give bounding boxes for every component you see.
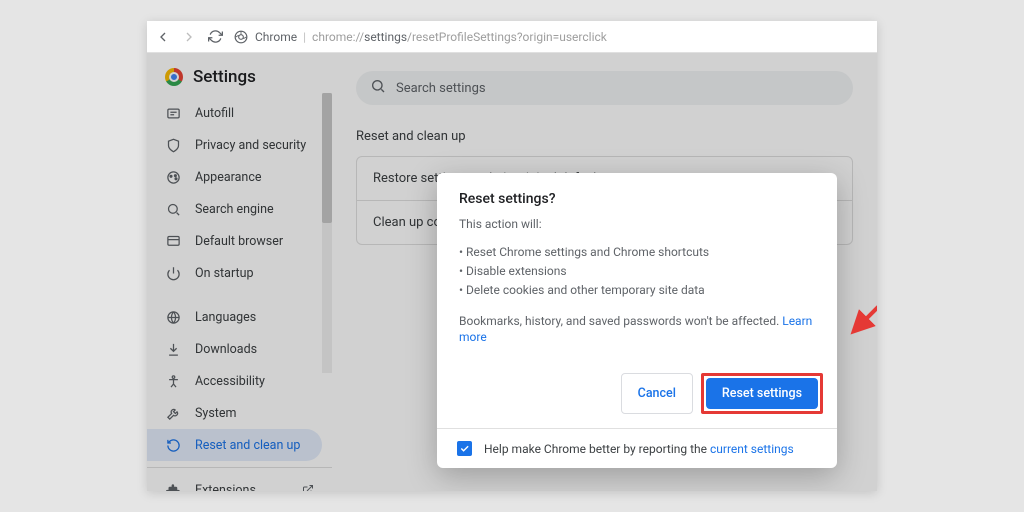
annotation-arrow — [847, 288, 877, 342]
dialog-bullet: Disable extensions — [459, 262, 815, 281]
browser-window: Chrome | chrome://settings/resetProfileS… — [147, 21, 877, 491]
url-text: chrome://settings/resetProfileSettings?o… — [312, 30, 607, 44]
dialog-actions: Cancel Reset settings — [437, 369, 837, 428]
back-icon[interactable] — [155, 29, 171, 45]
dialog-intro: This action will: — [459, 217, 815, 233]
report-checkbox[interactable] — [457, 441, 472, 456]
forward-icon[interactable] — [181, 29, 197, 45]
dialog-footer: Help make Chrome better by reporting the… — [437, 428, 837, 468]
chrome-icon — [233, 29, 249, 45]
url-scheme-label: Chrome — [255, 30, 297, 44]
reset-settings-button[interactable]: Reset settings — [706, 378, 818, 409]
address-bar[interactable]: Chrome | chrome://settings/resetProfileS… — [233, 29, 607, 45]
dialog-bullet-list: Reset Chrome settings and Chrome shortcu… — [459, 243, 815, 301]
annotation-highlight: Reset settings — [701, 373, 823, 414]
cancel-button[interactable]: Cancel — [621, 373, 693, 414]
reset-settings-dialog: Reset settings? This action will: Reset … — [437, 173, 837, 468]
dialog-title: Reset settings? — [459, 191, 815, 207]
url-separator: | — [303, 30, 306, 44]
browser-toolbar: Chrome | chrome://settings/resetProfileS… — [147, 21, 877, 53]
dialog-note: Bookmarks, history, and saved passwords … — [459, 314, 815, 345]
current-settings-link[interactable]: current settings — [710, 442, 794, 456]
reload-icon[interactable] — [207, 29, 223, 45]
dialog-bullet: Delete cookies and other temporary site … — [459, 281, 815, 300]
dialog-bullet: Reset Chrome settings and Chrome shortcu… — [459, 243, 815, 262]
footer-text: Help make Chrome better by reporting the… — [484, 442, 794, 456]
